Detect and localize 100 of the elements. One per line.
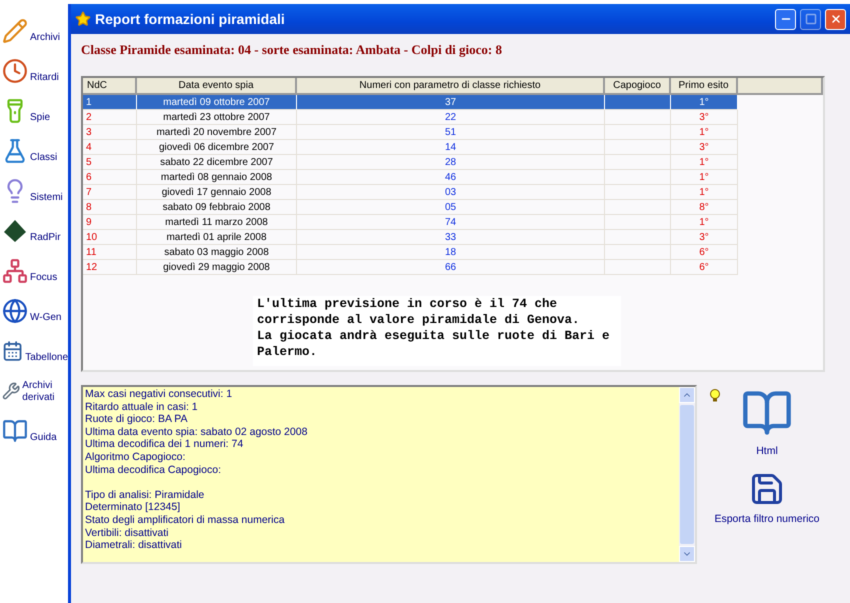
table-cell: 28: [297, 155, 605, 170]
table-cell: [605, 200, 671, 215]
table-cell: 1°: [671, 155, 738, 170]
action-button[interactable]: Html: [741, 387, 793, 457]
table-cell: martedì 01 aprile 2008: [137, 230, 297, 245]
summary-line: Ritardo attuale in casi: 1: [85, 400, 199, 414]
table-cell: martedì 08 gennaio 2008: [137, 170, 297, 185]
column-header: NdC: [83, 78, 137, 95]
sidebar-item[interactable]: Archivi derivati: [0, 368, 68, 404]
table-cell: 6°: [671, 260, 738, 275]
table-cell: 1°: [671, 95, 738, 110]
column-header: Capogioco: [605, 78, 671, 95]
table-cell: martedì 09 ottobre 2007: [137, 95, 297, 110]
table-cell: [605, 245, 671, 260]
window-title: Report formazioni piramidali: [95, 11, 286, 27]
table-cell: 05: [297, 200, 605, 215]
table-cell: [605, 125, 671, 140]
column-header: Primo esito: [671, 78, 738, 95]
summary-line: Ultima data evento spia: sabato 02 agosto 2008: [85, 426, 308, 438]
table-cell: [605, 185, 671, 200]
table-cell: 1°: [671, 215, 738, 230]
table-cell: 8°: [671, 200, 738, 215]
clock-icon: [2, 58, 28, 84]
table-cell: 9: [83, 215, 137, 230]
sidebar-item[interactable]: Spie: [0, 88, 68, 124]
table-cell: 1: [83, 95, 137, 110]
table-cell: 14: [297, 140, 605, 155]
table-cell: 66: [297, 260, 605, 275]
table-cell: 1°: [671, 125, 738, 140]
table-cell: 1°: [671, 185, 738, 200]
star-icon: [75, 11, 91, 27]
sidebar-item[interactable]: Classi: [0, 128, 68, 164]
globe-icon: [2, 298, 28, 324]
table-cell: 12: [83, 260, 137, 275]
table-cell: 18: [297, 245, 605, 260]
sidebar-item[interactable]: Tabellone: [0, 328, 68, 364]
table-cell: sabato 09 febbraio 2008: [137, 200, 297, 215]
table-cell: sabato 22 dicembre 2007: [137, 155, 297, 170]
table-cell: 7: [83, 185, 137, 200]
pyramid-icon: [2, 218, 28, 244]
column-header: Numeri con parametro di classe richiesto: [297, 78, 605, 95]
forecast-note: L'ultima previsione in corso è il 74 che corrisponde al valore piramidale di Genova. La giocata andrà eseguita sulle ruote di Bari e Palermo.: [253, 296, 622, 366]
table-cell: [605, 95, 671, 110]
book-icon: [2, 418, 28, 444]
table-cell: giovedì 17 gennaio 2008: [137, 185, 297, 200]
table-cell: martedì 11 marzo 2008: [137, 215, 297, 230]
sidebar-item[interactable]: Sistemi: [0, 168, 68, 204]
table-cell: [605, 155, 671, 170]
sidebar-item[interactable]: W-Gen: [0, 288, 68, 324]
table-cell: giovedì 29 maggio 2008: [137, 260, 297, 275]
table-cell: 5: [83, 155, 137, 170]
table-cell: giovedì 06 dicembre 2007: [137, 140, 297, 155]
table-cell: 3°: [671, 140, 738, 155]
close-button[interactable]: [825, 8, 846, 30]
table-cell: [605, 215, 671, 230]
sidebar-item[interactable]: Focus: [0, 248, 68, 284]
scrollbar[interactable]: [679, 387, 695, 562]
table-cell: 3: [83, 125, 137, 140]
table-cell: 8: [83, 200, 137, 215]
network-icon: [2, 258, 28, 284]
summary-line: Ultima decodifica dei 1 numeri: 74: [85, 438, 244, 451]
table-cell: 46: [297, 170, 605, 185]
summary-line: Stato degli amplificatori di massa numerica: [85, 514, 286, 527]
table-cell: 6°: [671, 245, 738, 260]
report-heading: Classe Piramide esaminata: 04 - sorte esaminata: Ambata - Colpi di gioco: 8: [81, 42, 504, 59]
table-cell: 2: [83, 110, 137, 125]
action-button[interactable]: Esporta filtro numerico: [714, 471, 820, 525]
table-cell: martedì 20 novembre 2007: [137, 125, 297, 140]
summary-line: Algoritmo Capogioco:: [85, 450, 186, 464]
flask-icon: [2, 138, 28, 164]
minimize-button[interactable]: [775, 8, 796, 30]
table-cell: martedì 23 ottobre 2007: [137, 110, 297, 125]
table-cell: [605, 260, 671, 275]
table-cell: 1°: [671, 170, 738, 185]
table-cell: 3°: [671, 110, 738, 125]
table-cell: 22: [297, 110, 605, 125]
table-cell: 33: [297, 230, 605, 245]
sidebar-item[interactable]: Guida: [0, 408, 68, 444]
table-cell: 6: [83, 170, 137, 185]
table-cell: [605, 110, 671, 125]
summary-line: Tipo di analisi: Piramidale: [85, 488, 206, 502]
close-icon: [830, 13, 842, 25]
maximize-icon: [804, 13, 816, 25]
table-cell: 3°: [671, 230, 738, 245]
sidebar-item[interactable]: Ritardi: [0, 48, 68, 84]
table-cell: 74: [297, 215, 605, 230]
table-cell: 4: [83, 140, 137, 155]
table-cell: [605, 140, 671, 155]
pencil-icon: [2, 18, 28, 44]
table-cell: 51: [297, 125, 605, 140]
summary-line: Ruote di gioco: BA PA: [85, 413, 189, 426]
table-cell: 37: [297, 95, 605, 110]
sidebar-item[interactable]: Archivi: [0, 8, 68, 44]
table-cell: 11: [83, 245, 137, 260]
table-cell: 03: [297, 185, 605, 200]
summary-line: Vertibili: disattivati: [85, 526, 170, 540]
lightbulb-icon: [709, 389, 721, 403]
column-header: Data evento spia: [137, 78, 297, 95]
sidebar-item[interactable]: RadPir: [0, 208, 68, 244]
table-cell: sabato 03 maggio 2008: [137, 245, 297, 260]
